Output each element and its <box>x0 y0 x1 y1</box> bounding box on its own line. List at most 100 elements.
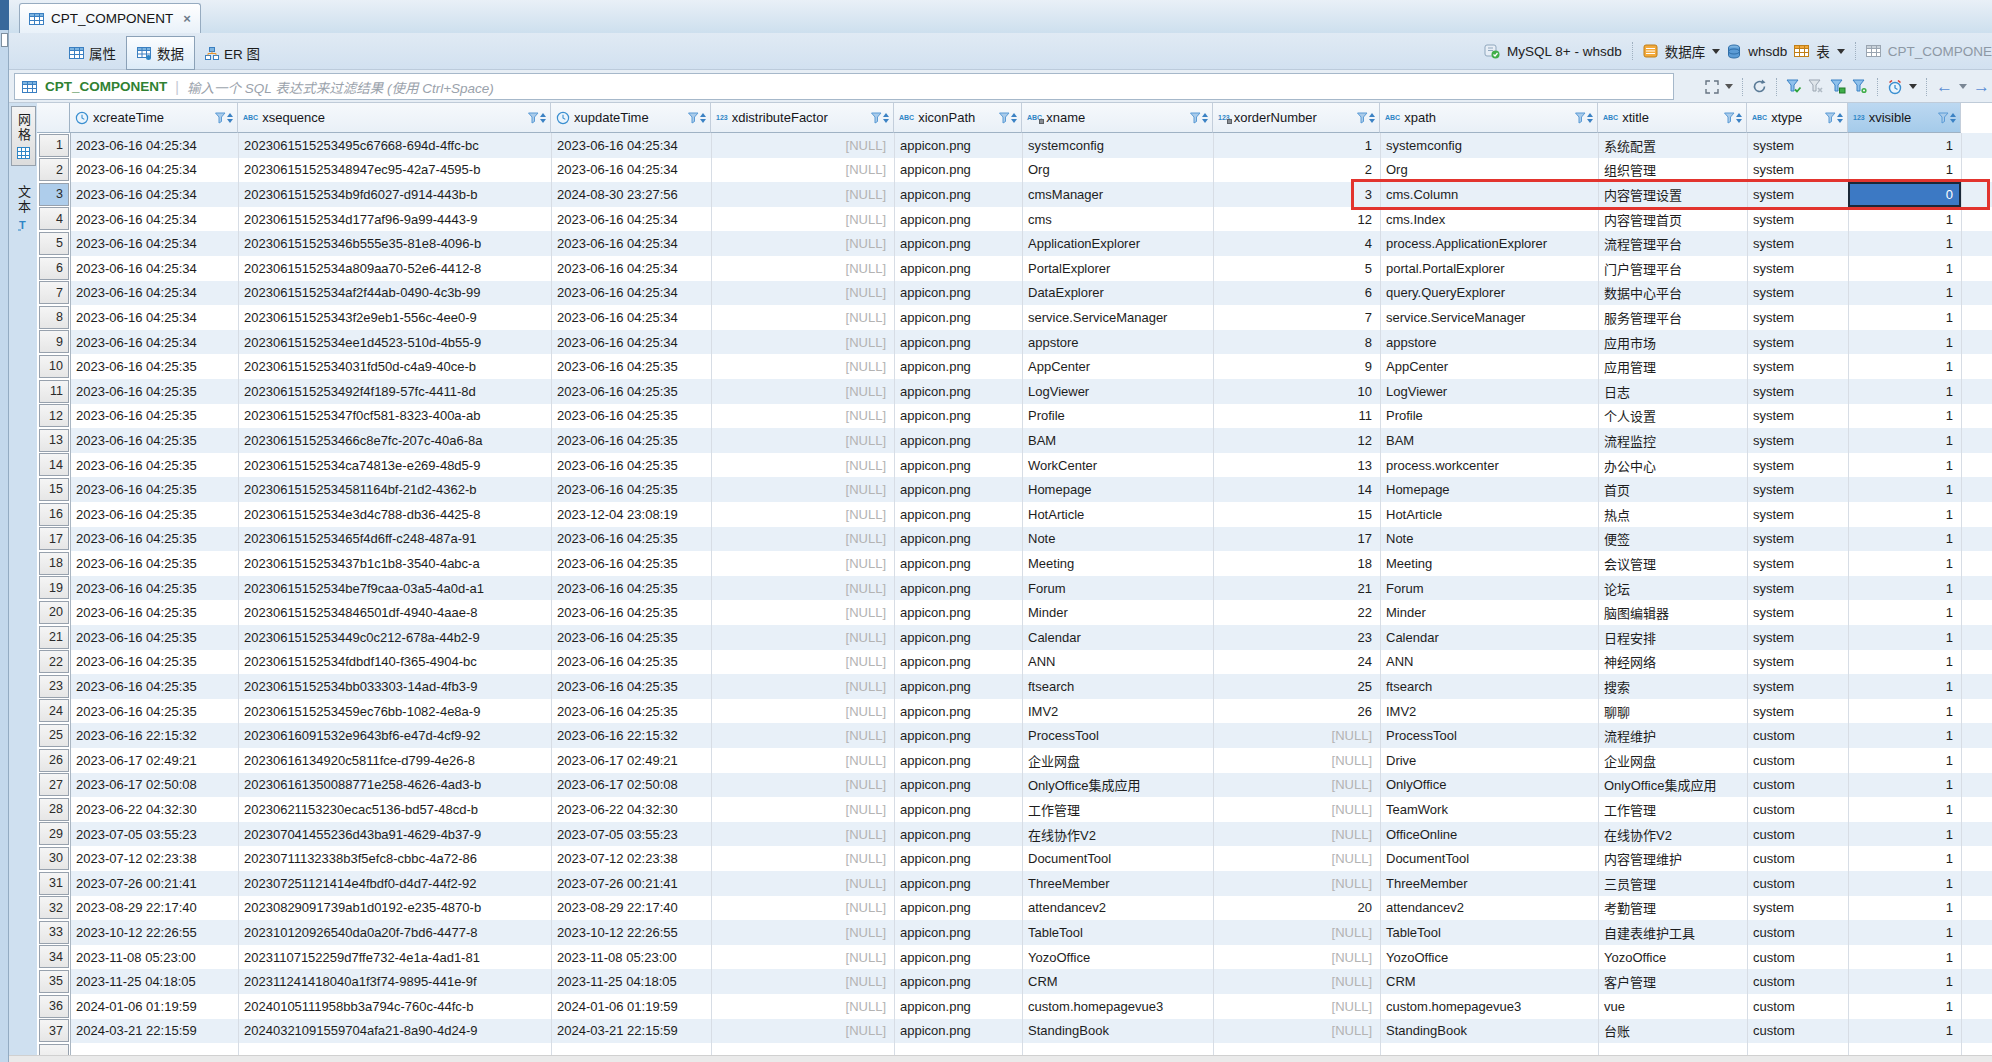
cell-xtitle[interactable]: 热点 <box>1598 502 1747 527</box>
cell-xcreateTime[interactable]: 2023-06-16 04:25:35 <box>70 404 238 429</box>
cell-xpath[interactable]: OnlyOffice <box>1380 773 1598 798</box>
cell-xtype[interactable]: custom <box>1747 920 1848 945</box>
cell-xtitle[interactable]: 办公中心 <box>1598 453 1747 478</box>
cell-xorderNumber[interactable]: [NULL] <box>1213 871 1380 896</box>
cell-xdistributeFactor[interactable]: [NULL] <box>711 428 894 453</box>
cell-xdistributeFactor[interactable]: [NULL] <box>711 133 894 158</box>
cell-xtype[interactable]: system <box>1747 527 1848 552</box>
cell-xorderNumber[interactable]: 20 <box>1213 896 1380 921</box>
cell-xsequence[interactable]: 20230615152534fdbdf140-f365-4904-bc <box>238 650 551 675</box>
cell-xvisible[interactable]: 1 <box>1848 748 1961 773</box>
schema-name[interactable]: whsdb <box>1748 44 1787 59</box>
cell-xtype[interactable]: system <box>1747 650 1848 675</box>
cell-xiconPath[interactable]: appicon.png <box>894 625 1022 650</box>
cell-xupdateTime[interactable]: 2023-06-16 04:25:35 <box>551 576 711 601</box>
cell-xtitle[interactable]: 系统配置 <box>1598 133 1747 158</box>
cell-xvisible[interactable]: 1 <box>1848 502 1961 527</box>
cell-xvisible[interactable]: 1 <box>1848 453 1961 478</box>
expand-panel-icon[interactable] <box>1705 80 1719 94</box>
column-header-xpath[interactable]: ABCxpath <box>1380 103 1598 133</box>
cell-xiconPath[interactable]: appicon.png <box>894 281 1022 306</box>
cell-xtype[interactable]: custom <box>1747 945 1848 970</box>
cell-xupdateTime[interactable]: 2023-06-16 04:25:35 <box>551 453 711 478</box>
cell-xorderNumber[interactable]: 24 <box>1213 650 1380 675</box>
row-number[interactable]: 2 <box>39 158 69 181</box>
cell-xiconPath[interactable]: appicon.png <box>894 723 1022 748</box>
cell-xtitle[interactable]: 个人设置 <box>1598 404 1747 429</box>
cell-xorderNumber[interactable]: 12 <box>1213 428 1380 453</box>
row-number[interactable]: 32 <box>39 896 69 919</box>
cell-xpath[interactable]: TeamWork <box>1380 797 1598 822</box>
cell-xtype[interactable]: system <box>1747 428 1848 453</box>
cell-xorderNumber[interactable]: 23 <box>1213 625 1380 650</box>
cell-xsequence[interactable]: 20230615152534a809aa70-52e6-4412-8 <box>238 256 551 281</box>
cell-xpath[interactable]: Calendar <box>1380 625 1598 650</box>
cell-xorderNumber[interactable]: 14 <box>1213 477 1380 502</box>
cell-xpath[interactable]: CRM <box>1380 969 1598 994</box>
cell-xtitle[interactable]: 自建表维护工具 <box>1598 920 1747 945</box>
cell-xname[interactable]: 工作管理 <box>1022 797 1213 822</box>
cell-xsequence[interactable]: 202307041455236d43ba91-4629-4b37-9 <box>238 822 551 847</box>
cell-xupdateTime[interactable]: 2023-06-16 04:25:35 <box>551 404 711 429</box>
restore-panel-button[interactable] <box>1 33 8 47</box>
cell-xvisible[interactable]: 1 <box>1848 699 1961 724</box>
cell-xtitle[interactable]: 台账 <box>1598 1019 1747 1044</box>
refresh-icon[interactable] <box>1752 79 1767 94</box>
cell-xorderNumber[interactable]: 10 <box>1213 379 1380 404</box>
cell-xsequence[interactable]: 2023061515253465f4d6ff-c248-487a-91 <box>238 527 551 552</box>
cell-xtitle[interactable]: 门户管理平台 <box>1598 256 1747 281</box>
cell-xname[interactable]: 企业网盘 <box>1022 748 1213 773</box>
cell-xname[interactable]: Meeting <box>1022 551 1213 576</box>
cell-xpath[interactable]: HotArticle <box>1380 502 1598 527</box>
cell-xupdateTime[interactable]: 2023-08-29 22:17:40 <box>551 896 711 921</box>
cell-xtype[interactable]: system <box>1747 281 1848 306</box>
cell-xsequence[interactable]: 20230615152534d177af96-9a99-4443-9 <box>238 207 551 232</box>
cell-xtype[interactable]: custom <box>1747 969 1848 994</box>
cell-xorderNumber[interactable]: 22 <box>1213 600 1380 625</box>
cell-xorderNumber[interactable]: [NULL] <box>1213 797 1380 822</box>
cell-xdistributeFactor[interactable]: [NULL] <box>711 330 894 355</box>
database-label[interactable]: 数据库 <box>1665 41 1706 61</box>
cell-xorderNumber[interactable]: 8 <box>1213 330 1380 355</box>
cell-xtitle[interactable]: 流程监控 <box>1598 428 1747 453</box>
cell-xvisible[interactable]: 1 <box>1848 920 1961 945</box>
cell-xiconPath[interactable]: appicon.png <box>894 699 1022 724</box>
cell-xsequence[interactable]: 20230615152534581164bf-21d2-4362-b <box>238 477 551 502</box>
cell-xcreateTime[interactable]: 2023-06-16 22:15:32 <box>70 723 238 748</box>
cell-xiconPath[interactable]: appicon.png <box>894 920 1022 945</box>
row-number[interactable]: 36 <box>39 995 69 1018</box>
row-number[interactable]: 24 <box>39 699 69 722</box>
cell-xcreateTime[interactable]: 2023-07-05 03:55:23 <box>70 822 238 847</box>
table-caret-icon[interactable] <box>1837 49 1845 54</box>
cell-xorderNumber[interactable]: [NULL] <box>1213 994 1380 1019</box>
cell-xtype[interactable]: system <box>1747 674 1848 699</box>
cell-xname[interactable]: service.ServiceManager <box>1022 305 1213 330</box>
cell-xname[interactable]: WorkCenter <box>1022 453 1213 478</box>
cell-xdistributeFactor[interactable]: [NULL] <box>711 674 894 699</box>
cell-xsequence[interactable]: 20230615152534ee1d4523-510d-4b55-9 <box>238 330 551 355</box>
cell-xpath[interactable]: process.workcenter <box>1380 453 1598 478</box>
cell-xname[interactable]: CRM <box>1022 969 1213 994</box>
cell-xvisible[interactable]: 1 <box>1848 650 1961 675</box>
cell-xupdateTime[interactable]: 2023-06-22 04:32:30 <box>551 797 711 822</box>
cell-xdistributeFactor[interactable]: [NULL] <box>711 453 894 478</box>
row-number[interactable]: 28 <box>39 798 69 821</box>
row-number[interactable]: 20 <box>39 601 69 624</box>
cell-xdistributeFactor[interactable]: [NULL] <box>711 1019 894 1044</box>
cell-xsequence[interactable]: 20240105111958bb3a794c-760c-44fc-b <box>238 994 551 1019</box>
cell-xpath[interactable]: Meeting <box>1380 551 1598 576</box>
cell-xtype[interactable]: system <box>1747 453 1848 478</box>
cell-xtype[interactable]: custom <box>1747 871 1848 896</box>
cell-xpath[interactable]: process.ApplicationExplorer <box>1380 231 1598 256</box>
cell-xsequence[interactable]: 20230711132338b3f5efc8-cbbc-4a72-86 <box>238 846 551 871</box>
cell-xupdateTime[interactable]: 2023-06-16 04:25:35 <box>551 354 711 379</box>
cell-xpath[interactable]: Drive <box>1380 748 1598 773</box>
row-number[interactable]: 23 <box>39 675 69 698</box>
cell-xiconPath[interactable]: appicon.png <box>894 527 1022 552</box>
cell-xtitle[interactable]: 在线协作V2 <box>1598 822 1747 847</box>
cell-xsequence[interactable]: 202306161350088771e258-4626-4ad3-b <box>238 773 551 798</box>
row-number[interactable]: 4 <box>39 207 69 230</box>
cell-xpath[interactable]: custom.homepagevue3 <box>1380 994 1598 1019</box>
cell-xdistributeFactor[interactable]: [NULL] <box>711 699 894 724</box>
cell-xtitle[interactable]: 内容管理首页 <box>1598 207 1747 232</box>
